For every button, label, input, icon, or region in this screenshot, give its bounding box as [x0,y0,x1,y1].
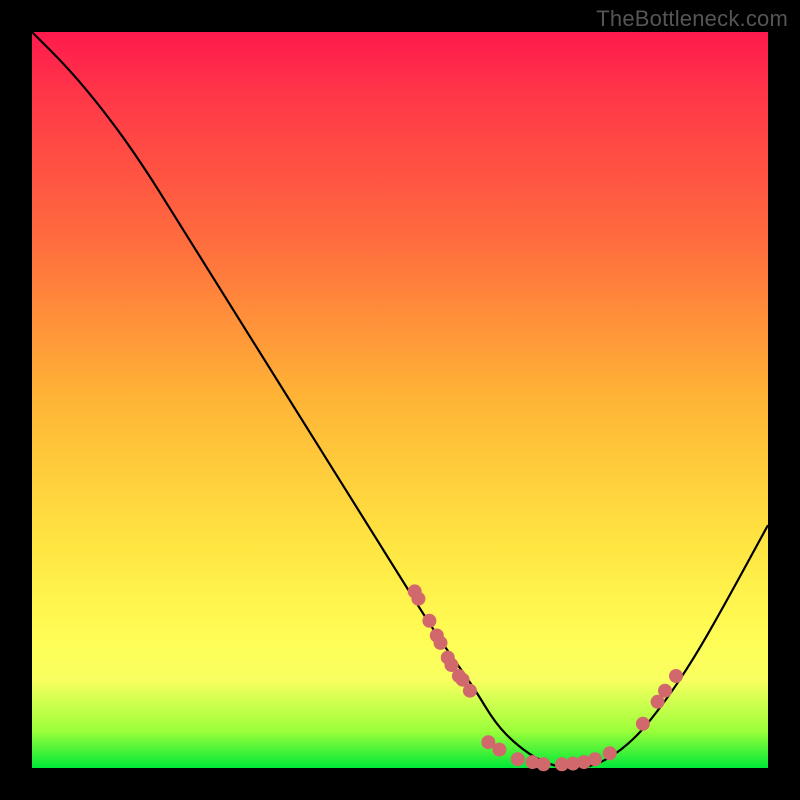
data-point [588,752,602,766]
data-point [511,752,525,766]
data-point [669,669,683,683]
watermark-text: TheBottleneck.com [596,6,788,32]
data-point [422,614,436,628]
data-point [463,684,477,698]
data-points [408,584,683,771]
chart-frame: TheBottleneck.com [0,0,800,800]
data-point [434,636,448,650]
plot-area [32,32,768,768]
data-point [603,746,617,760]
data-point [636,717,650,731]
curve-layer [32,32,768,768]
data-point [658,684,672,698]
bottleneck-curve [32,32,768,768]
data-point [411,592,425,606]
data-point [492,743,506,757]
data-point [537,757,551,771]
